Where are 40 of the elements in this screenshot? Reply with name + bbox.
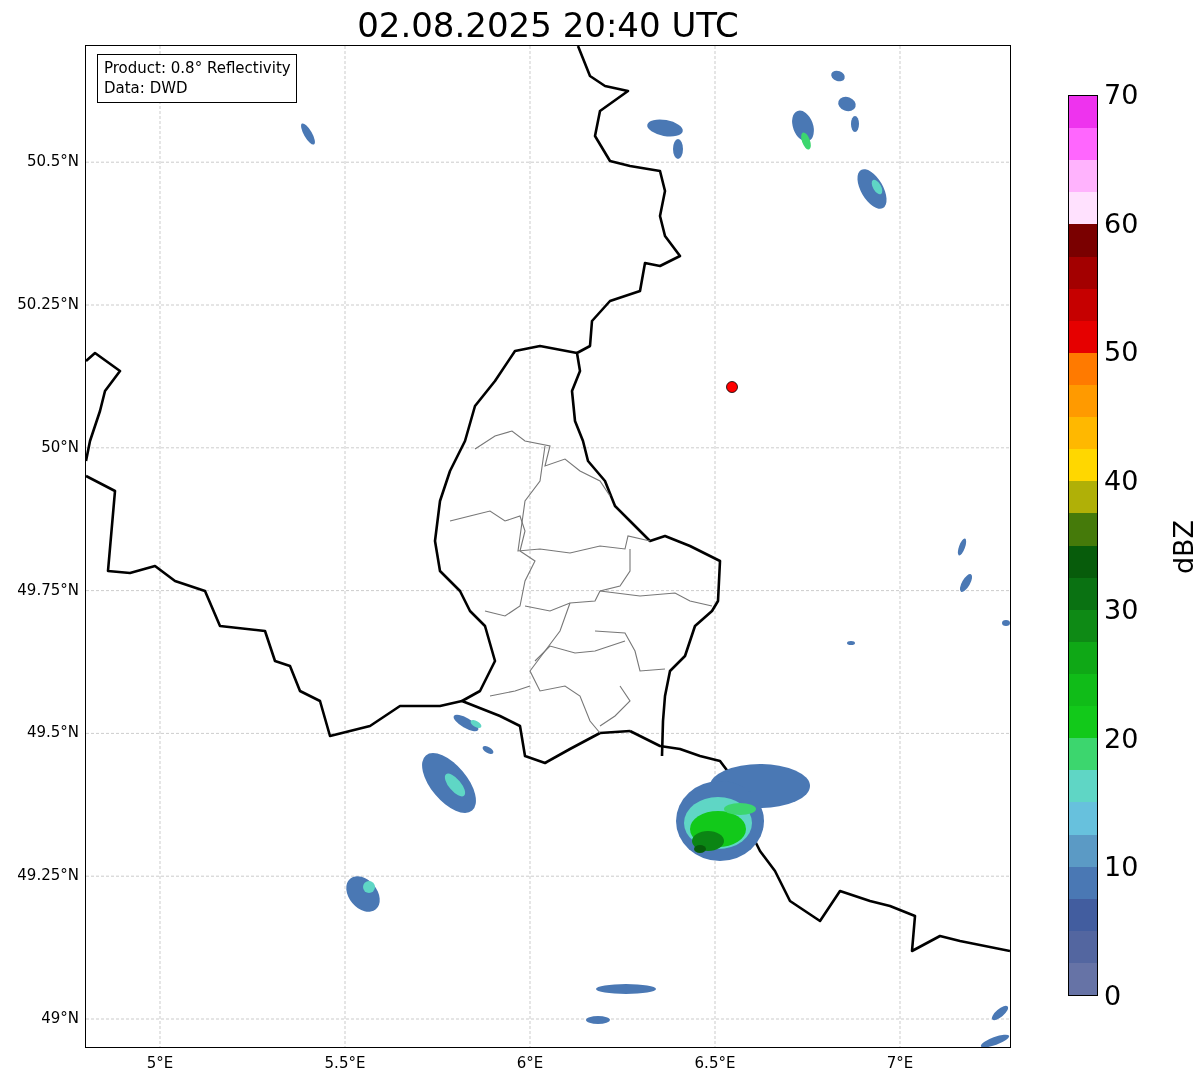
radar-echo	[980, 1034, 1010, 1047]
radar-echo	[301, 123, 315, 145]
tick-label: 49.75°N	[17, 580, 79, 599]
info-text: Product: 0.8° Reflectivity	[104, 58, 291, 78]
radar-echo	[847, 641, 855, 645]
radar-echo	[673, 139, 683, 159]
tick-label: 6.5°E	[693, 1054, 737, 1072]
tick-label: 49.5°N	[26, 723, 79, 742]
tick-label: 6°E	[515, 1054, 545, 1072]
radar-echo	[991, 1005, 1009, 1021]
chart-title: 02.08.2025 20:40 UTC	[356, 4, 740, 45]
radar-echo	[831, 70, 845, 82]
tick-label: 30	[1104, 593, 1139, 626]
tick-label: 50.5°N	[26, 152, 79, 171]
radar-echo	[957, 538, 967, 556]
colorbar-label: dBZ	[1169, 519, 1200, 575]
radar-echo	[838, 96, 856, 112]
tick-label: 10	[1104, 851, 1139, 884]
tick-label: 49°N	[41, 1009, 79, 1027]
radar-echo	[482, 746, 494, 754]
tick-label: 20	[1104, 722, 1139, 755]
tick-label: 40	[1104, 465, 1139, 498]
tick-label: 60	[1104, 207, 1139, 240]
tick-label: 50	[1104, 336, 1139, 369]
tick-label: 5.5°E	[323, 1054, 367, 1072]
radar-echo	[647, 119, 683, 137]
radar-echo	[586, 1016, 610, 1024]
tick-label: 49.25°N	[17, 866, 79, 885]
radar-echo	[959, 574, 973, 592]
tick-label: 50°N	[41, 437, 79, 456]
info-text: Data: DWD	[104, 78, 189, 98]
radar-echo	[1002, 620, 1010, 626]
radar-echo	[851, 116, 859, 132]
tick-label: 50.25°N	[17, 295, 79, 313]
tick-label: 7°E	[885, 1054, 915, 1072]
tick-label: 5°E	[145, 1054, 175, 1072]
tick-label: 0	[1104, 980, 1122, 1012]
tick-label: 70	[1104, 79, 1139, 111]
radar-echo	[596, 984, 656, 994]
location-marker	[726, 381, 738, 393]
